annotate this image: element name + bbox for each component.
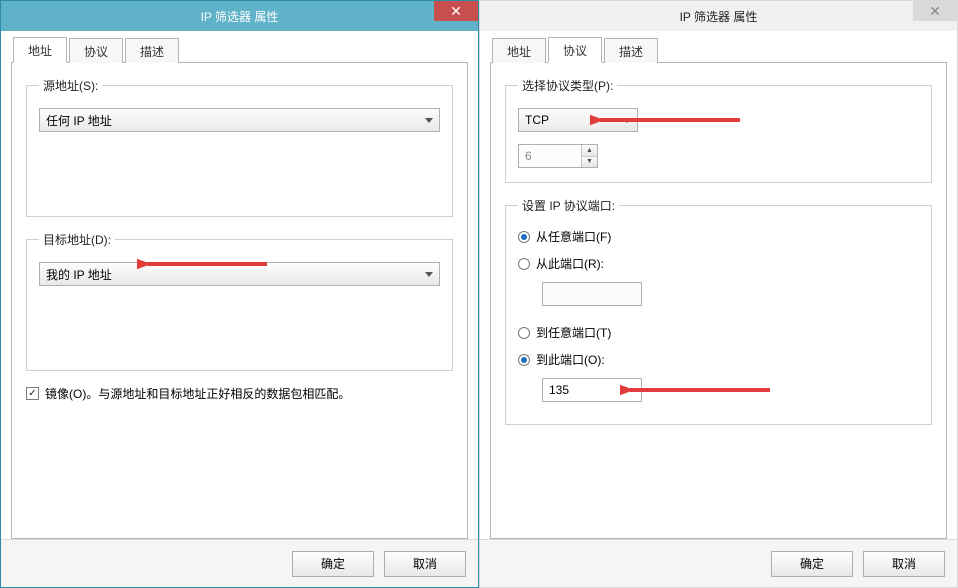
from-this-label: 从此端口(R): xyxy=(536,255,604,272)
from-any-port-radio[interactable]: 从任意端口(F) xyxy=(518,228,919,245)
to-this-label: 到此端口(O): xyxy=(536,351,605,368)
from-any-label: 从任意端口(F) xyxy=(536,228,611,245)
cancel-button[interactable]: 取消 xyxy=(863,551,945,577)
group-protocol-type: 选择协议类型(P): TCP 6 ▲ ▼ xyxy=(505,77,932,183)
dest-legend: 目标地址(D): xyxy=(39,231,115,248)
radio-icon xyxy=(518,231,530,243)
to-port-value: 135 xyxy=(549,383,569,397)
mirror-checkbox-row[interactable]: ✓ 镜像(O)。与源地址和目标地址正好相反的数据包相匹配。 xyxy=(26,385,453,402)
tab-page-address: 源地址(S): 任何 IP 地址 目标地址(D): 我的 IP 地址 xyxy=(11,63,468,539)
dialog-ip-filter-address: IP 筛选器 属性 ✕ 地址 协议 描述 源地址(S): 任何 IP 地址 目标… xyxy=(0,0,479,588)
tab-protocol[interactable]: 协议 xyxy=(548,37,602,63)
radio-icon xyxy=(518,327,530,339)
to-this-port-radio[interactable]: 到此端口(O): xyxy=(518,351,919,368)
source-address-value: 任何 IP 地址 xyxy=(46,112,112,129)
dialog-body: 地址 协议 描述 源地址(S): 任何 IP 地址 目标地址(D): 我的 IP… xyxy=(1,31,478,539)
chevron-down-icon xyxy=(425,272,433,277)
close-icon: ✕ xyxy=(929,4,941,18)
spinner-up-icon[interactable]: ▲ xyxy=(582,145,597,157)
titlebar[interactable]: IP 筛选器 属性 ✕ xyxy=(480,1,957,31)
dialog-body: 地址 协议 描述 选择协议类型(P): TCP 6 xyxy=(480,31,957,539)
dialog-footer: 确定 取消 xyxy=(1,539,478,587)
ok-button[interactable]: 确定 xyxy=(771,551,853,577)
from-this-port-radio[interactable]: 从此端口(R): xyxy=(518,255,919,272)
window-title: IP 筛选器 属性 xyxy=(680,8,758,25)
to-port-input[interactable]: 135 xyxy=(542,378,642,402)
chevron-down-icon xyxy=(425,118,433,123)
protocol-legend: 选择协议类型(P): xyxy=(518,77,617,94)
ports-legend: 设置 IP 协议端口: xyxy=(518,197,619,214)
tab-description[interactable]: 描述 xyxy=(604,38,658,63)
window-title: IP 筛选器 属性 xyxy=(201,8,279,25)
cancel-button[interactable]: 取消 xyxy=(384,551,466,577)
tab-address[interactable]: 地址 xyxy=(13,37,67,63)
group-dest-address: 目标地址(D): 我的 IP 地址 xyxy=(26,231,453,371)
dialog-ip-filter-protocol: IP 筛选器 属性 ✕ 地址 协议 描述 选择协议类型(P): TCP xyxy=(479,0,958,588)
tab-protocol[interactable]: 协议 xyxy=(69,38,123,63)
tab-strip: 地址 协议 描述 xyxy=(490,39,947,63)
source-legend: 源地址(S): xyxy=(39,77,102,94)
to-any-label: 到任意端口(T) xyxy=(536,324,611,341)
tab-description[interactable]: 描述 xyxy=(125,38,179,63)
radio-icon xyxy=(518,258,530,270)
tab-strip: 地址 协议 描述 xyxy=(11,39,468,63)
titlebar[interactable]: IP 筛选器 属性 ✕ xyxy=(1,1,478,31)
ok-button[interactable]: 确定 xyxy=(292,551,374,577)
close-button[interactable]: ✕ xyxy=(913,1,957,21)
protocol-type-combo[interactable]: TCP xyxy=(518,108,638,132)
mirror-checkbox[interactable]: ✓ xyxy=(26,387,39,400)
close-button[interactable]: ✕ xyxy=(434,1,478,21)
spinner-down-icon[interactable]: ▼ xyxy=(582,157,597,168)
annotation-arrow-icon xyxy=(620,378,780,402)
close-icon: ✕ xyxy=(450,4,462,18)
to-any-port-radio[interactable]: 到任意端口(T) xyxy=(518,324,919,341)
protocol-number-value: 6 xyxy=(519,145,581,167)
source-address-combo[interactable]: 任何 IP 地址 xyxy=(39,108,440,132)
group-source-address: 源地址(S): 任何 IP 地址 xyxy=(26,77,453,217)
chevron-down-icon xyxy=(623,118,631,123)
dest-address-combo[interactable]: 我的 IP 地址 xyxy=(39,262,440,286)
protocol-number-spinner[interactable]: 6 ▲ ▼ xyxy=(518,144,598,168)
from-port-input[interactable] xyxy=(542,282,642,306)
protocol-type-value: TCP xyxy=(525,113,549,127)
radio-icon xyxy=(518,354,530,366)
dest-address-value: 我的 IP 地址 xyxy=(46,266,112,283)
tab-address[interactable]: 地址 xyxy=(492,38,546,63)
group-protocol-ports: 设置 IP 协议端口: 从任意端口(F) 从此端口(R): 到任意端口(T xyxy=(505,197,932,425)
dialog-footer: 确定 取消 xyxy=(480,539,957,587)
tab-page-protocol: 选择协议类型(P): TCP 6 ▲ ▼ xyxy=(490,63,947,539)
mirror-label: 镜像(O)。与源地址和目标地址正好相反的数据包相匹配。 xyxy=(45,385,350,402)
